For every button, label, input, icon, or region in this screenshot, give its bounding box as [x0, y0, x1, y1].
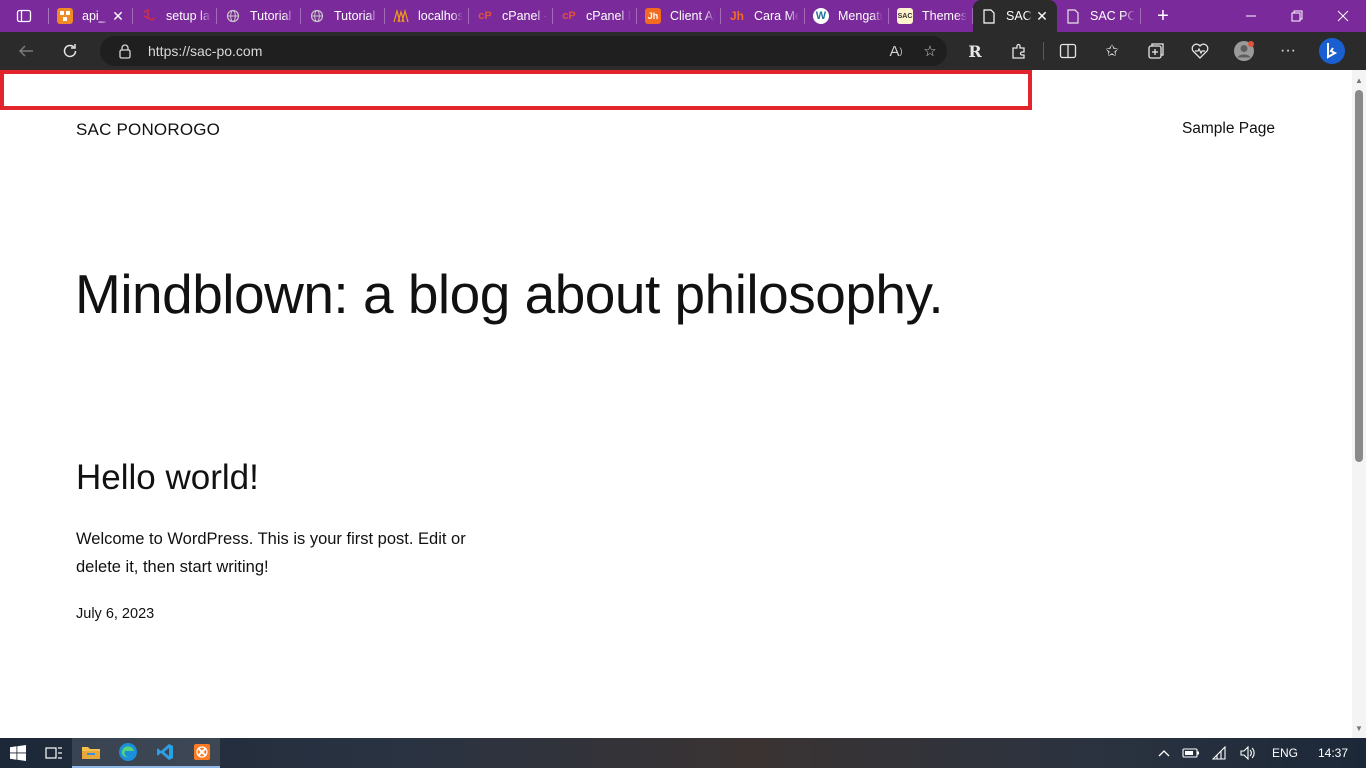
hero-heading: Mindblown: a blog about philosophy. — [75, 263, 944, 325]
refresh-icon — [63, 44, 77, 58]
tab[interactable]: SAC PON — [1057, 0, 1141, 32]
laravel-icon — [141, 8, 157, 24]
close-window-icon[interactable] — [1320, 0, 1366, 32]
page-icon — [981, 8, 997, 24]
tab[interactable]: localhost — [385, 0, 469, 32]
tab[interactable]: api_ ✕ — [49, 0, 133, 32]
site-title[interactable]: SAC PONOROGO — [76, 120, 220, 140]
tab[interactable]: Tutorial I — [301, 0, 385, 32]
extensions-puzzle-icon[interactable] — [997, 36, 1041, 66]
globe-icon — [309, 8, 325, 24]
orange-squares-icon — [57, 8, 73, 24]
windows-start-icon[interactable] — [0, 738, 35, 768]
minimize-icon[interactable] — [1228, 0, 1274, 32]
tab-title: cPanel Fi — [586, 9, 631, 23]
scroll-down-icon[interactable]: ▼ — [1352, 720, 1366, 736]
tab[interactable]: SAC Themes — [889, 0, 973, 32]
file-explorer-icon[interactable] — [72, 738, 109, 768]
tab-title: Tutorial I — [250, 9, 295, 23]
toolbar-right: R ✩ ··· — [953, 36, 1354, 66]
tab[interactable]: Jh Cara Mer — [721, 0, 805, 32]
scroll-up-icon[interactable]: ▲ — [1352, 72, 1366, 88]
tab-title: SAC PON — [1090, 9, 1135, 23]
taskbar: ENG 14:37 — [0, 738, 1366, 768]
tab-title: setup lar — [166, 9, 211, 23]
collections-icon[interactable] — [1134, 36, 1178, 66]
tab-active[interactable]: SAC ✕ — [973, 0, 1057, 32]
nav-link-sample-page[interactable]: Sample Page — [1182, 120, 1275, 138]
edge-icon[interactable] — [109, 738, 146, 768]
bing-copilot-icon[interactable] — [1310, 36, 1354, 66]
toolbar-separator — [1043, 42, 1044, 60]
task-view-icon[interactable] — [35, 738, 72, 768]
chevron-up-icon[interactable] — [1152, 738, 1176, 768]
tab-actions-button[interactable] — [0, 0, 48, 32]
tab-title: cPanel - — [502, 9, 547, 23]
more-menu-icon[interactable]: ··· — [1266, 36, 1310, 66]
globe-icon — [225, 8, 241, 24]
vscode-icon[interactable] — [146, 738, 183, 768]
phpmyadmin-icon — [393, 8, 409, 24]
address-bar[interactable]: https://sac-po.com A) ☆ — [100, 36, 947, 66]
read-aloud-icon[interactable]: A) — [879, 37, 913, 65]
restore-icon[interactable] — [1274, 0, 1320, 32]
close-tab-icon[interactable]: ✕ — [1033, 7, 1051, 25]
window-controls — [1228, 0, 1366, 32]
post-title[interactable]: Hello world! — [76, 458, 259, 498]
tab[interactable]: W Mengatu — [805, 0, 889, 32]
tab-title: SAC — [1006, 9, 1032, 23]
sac-logo-icon: SAC — [897, 8, 913, 24]
lock-icon[interactable] — [116, 42, 134, 60]
profile-avatar-icon[interactable] — [1222, 36, 1266, 66]
tab-title: Tutorial I — [334, 9, 379, 23]
url-text[interactable]: https://sac-po.com — [148, 43, 879, 59]
jh-icon: Jh — [729, 9, 744, 23]
tab[interactable]: cP cPanel Fi — [553, 0, 637, 32]
xampp-icon[interactable] — [183, 738, 220, 768]
split-screen-icon[interactable] — [1046, 36, 1090, 66]
tab[interactable]: Tutorial I — [217, 0, 301, 32]
close-tab-icon[interactable]: ✕ — [109, 7, 127, 25]
tab-title: localhost — [418, 9, 463, 23]
cpanel-icon: cP — [478, 10, 492, 22]
favorite-star-icon[interactable]: ☆ — [913, 37, 947, 65]
new-tab-button[interactable]: + — [1145, 0, 1181, 32]
page-icon — [1065, 8, 1081, 24]
tab-actions-icon — [16, 9, 32, 23]
tab-strip: api_ ✕ setup lar Tutorial I Tutorial I l… — [0, 0, 1366, 32]
back-arrow-icon — [18, 45, 33, 57]
highlight-box — [0, 70, 1032, 110]
post-excerpt: Welcome to WordPress. This is your first… — [76, 530, 466, 576]
tab-title: Mengatu — [838, 9, 883, 23]
post-date: July 6, 2023 — [76, 606, 155, 622]
scroll-thumb[interactable] — [1355, 90, 1363, 462]
tab[interactable]: cP cPanel - — [469, 0, 553, 32]
refresh-button[interactable] — [52, 36, 88, 66]
tab-title: Cara Mer — [754, 9, 799, 23]
system-tray: ENG 14:37 — [1152, 738, 1366, 768]
browser-toolbar: https://sac-po.com A) ☆ R ✩ ··· — [0, 32, 1366, 70]
favorites-icon[interactable]: ✩ — [1090, 36, 1134, 66]
tab-title: Client Ar — [670, 9, 715, 23]
language-indicator[interactable]: ENG — [1262, 738, 1308, 768]
jh-icon: Jh — [645, 8, 661, 24]
page-viewport: SAC PONOROGO Sample Page Mindblown: a bl… — [0, 70, 1352, 738]
battery-icon[interactable] — [1176, 738, 1206, 768]
tab[interactable]: setup lar — [133, 0, 217, 32]
wordpress-icon: W — [813, 8, 829, 24]
wifi-icon[interactable] — [1206, 738, 1234, 768]
volume-icon[interactable] — [1234, 738, 1262, 768]
tab[interactable]: Jh Client Ar — [637, 0, 721, 32]
tab-title: api_ — [82, 9, 106, 23]
scrollbar[interactable]: ▲ ▼ — [1352, 70, 1366, 738]
clock[interactable]: 14:37 — [1308, 738, 1366, 768]
cpanel-icon: cP — [562, 10, 576, 22]
tab-title: Themes — [922, 9, 967, 23]
extension-r-icon[interactable]: R — [953, 36, 997, 66]
back-button[interactable] — [8, 36, 44, 66]
browser-essentials-icon[interactable] — [1178, 36, 1222, 66]
